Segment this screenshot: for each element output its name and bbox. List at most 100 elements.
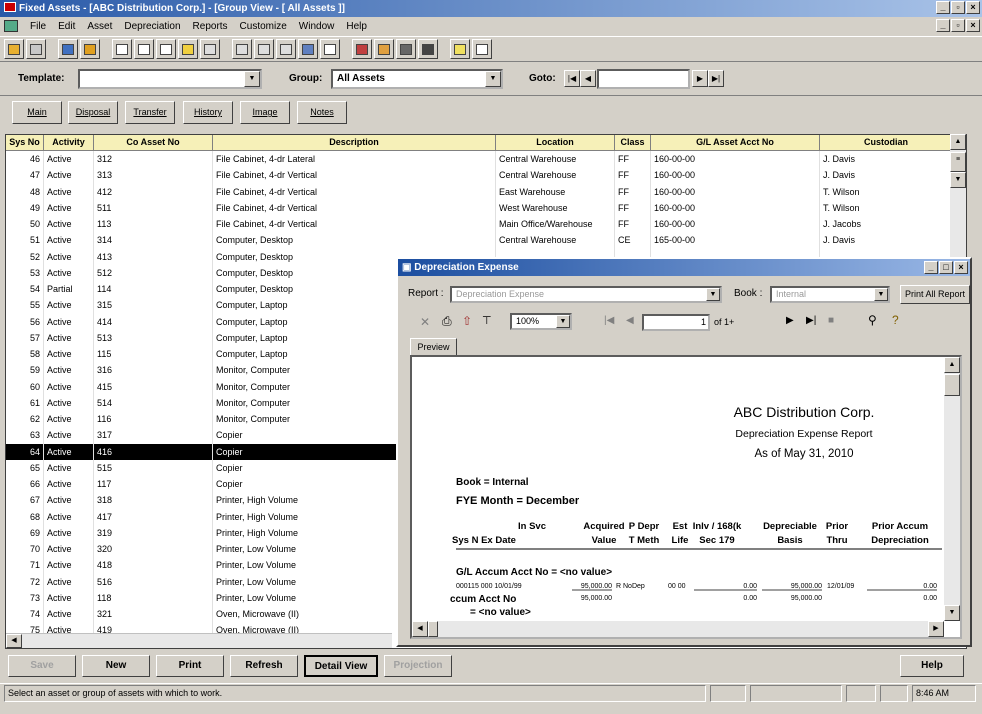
scroll-up-icon[interactable]: ▲ (944, 357, 960, 373)
minimize-button[interactable]: _ (936, 1, 950, 14)
scroll-thumb[interactable]: ≡ (950, 152, 966, 172)
first-record-icon[interactable] (134, 39, 154, 59)
page-number-input[interactable]: 1 (642, 314, 710, 331)
column-header[interactable]: Class (615, 135, 651, 150)
lookup-icon[interactable] (58, 39, 78, 59)
chart-icon[interactable] (374, 39, 394, 59)
find-icon[interactable] (320, 39, 340, 59)
column-header[interactable]: G/L Asset Acct No (651, 135, 820, 150)
preview-horizontal-scrollbar[interactable]: ◀ ▶ (412, 621, 944, 637)
menu-reports[interactable]: Reports (193, 21, 228, 32)
tab-transfer[interactable]: Transfer (125, 101, 175, 124)
menu-depreciation[interactable]: Depreciation (124, 21, 180, 32)
stop-icon[interactable]: ■ (828, 315, 834, 326)
save-button[interactable]: Save (8, 655, 76, 677)
export-icon[interactable]: ⇧ (462, 314, 472, 328)
zoom-dropdown[interactable]: 100% ▼ (510, 313, 572, 330)
menu-file[interactable]: File (30, 21, 46, 32)
report-dropdown[interactable]: Depreciation Expense ▼ (450, 286, 722, 303)
tab-notes[interactable]: Notes (297, 101, 347, 124)
table-row[interactable]: 47 Active 313 File Cabinet, 4-dr Vertical Ce… (6, 167, 966, 184)
restore-button[interactable]: ▫ (951, 1, 965, 14)
scroll-thumb[interactable] (428, 621, 438, 637)
column-header[interactable]: Location (496, 135, 615, 150)
key-icon[interactable] (178, 39, 198, 59)
goto-last-button[interactable]: ▶| (708, 70, 724, 87)
refresh-button[interactable]: Refresh (230, 655, 298, 677)
print-all-report-button[interactable]: Print All Report (900, 285, 970, 304)
save-icon[interactable] (26, 39, 46, 59)
scroll-left-icon[interactable]: ◀ (6, 634, 22, 648)
table-row[interactable]: 46 Active 312 File Cabinet, 4-dr Lateral Cen… (6, 151, 966, 168)
goto-next-button[interactable]: ▶ (692, 70, 708, 87)
dialog-maximize-button[interactable]: □ (939, 261, 953, 274)
projection-button[interactable]: Projection (384, 655, 452, 677)
column-header[interactable]: Activity (44, 135, 94, 150)
first-page-icon[interactable]: |◀ (604, 315, 614, 326)
printer-icon[interactable]: ⎙ (442, 314, 452, 329)
tab-history[interactable]: History (183, 101, 233, 124)
scroll-right-icon[interactable]: ▶ (928, 621, 944, 637)
goto-first-button[interactable]: |◀ (564, 70, 580, 87)
print-button[interactable]: Print (156, 655, 224, 677)
prev-page-icon[interactable]: ◀ (626, 315, 634, 326)
table-row[interactable]: 51 Active 314 Computer, Desktop Central Ware… (6, 232, 966, 249)
menu-asset[interactable]: Asset (87, 21, 112, 32)
sort-icon[interactable] (298, 39, 318, 59)
menu-customize[interactable]: Customize (240, 21, 287, 32)
menu-help[interactable]: Help (346, 21, 367, 32)
child-close-button[interactable]: × (966, 19, 980, 32)
group-dropdown[interactable]: All Assets ▼ (331, 69, 503, 89)
table-row[interactable]: 50 Active 113 File Cabinet, 4-dr Vertical Ma… (6, 216, 966, 233)
notes-icon[interactable] (472, 39, 492, 59)
new-record-icon[interactable] (112, 39, 132, 59)
grid-horizontal-scrollbar[interactable]: ◀ (6, 633, 392, 648)
scroll-left-icon[interactable]: ◀ (412, 621, 428, 637)
last-page-icon[interactable]: ▶| (806, 315, 816, 326)
copy-icon[interactable] (232, 39, 252, 59)
help-icon[interactable]: ? (892, 313, 899, 327)
document-icon[interactable] (4, 20, 18, 32)
close-button[interactable]: × (966, 1, 980, 14)
goto-prev-button[interactable]: ◀ (580, 70, 596, 87)
favorites-icon[interactable] (80, 39, 100, 59)
print-icon[interactable] (396, 39, 416, 59)
tab-disposal[interactable]: Disposal (68, 101, 118, 124)
scroll-up-icon[interactable]: ▲ (950, 134, 966, 150)
edit-icon[interactable] (4, 39, 24, 59)
columns-icon[interactable] (450, 39, 470, 59)
book-dropdown[interactable]: Internal ▼ (770, 286, 890, 303)
new-button[interactable]: New (82, 655, 150, 677)
goto-input[interactable] (597, 69, 690, 89)
table-row[interactable]: 48 Active 412 File Cabinet, 4-dr Vertical Ea… (6, 183, 966, 200)
next-page-icon[interactable]: ▶ (786, 315, 794, 326)
scroll-down-icon[interactable]: ▼ (950, 172, 966, 188)
report-icon[interactable] (352, 39, 372, 59)
dialog-close-button[interactable]: × (954, 261, 968, 274)
tree-icon[interactable]: ⊤ (482, 314, 492, 327)
column-header[interactable]: Co Asset No (94, 135, 213, 150)
column-header[interactable]: Sys No (6, 135, 44, 150)
column-header[interactable]: Custodian (820, 135, 953, 150)
preview-icon[interactable] (418, 39, 438, 59)
help-button[interactable]: Help (900, 655, 964, 677)
paste-icon[interactable] (254, 39, 274, 59)
table-row[interactable]: 49 Active 511 File Cabinet, 4-dr Vertical We… (6, 199, 966, 216)
template-dropdown[interactable]: ▼ (78, 69, 262, 89)
child-restore-button[interactable]: ▫ (951, 19, 965, 32)
filter-icon[interactable] (156, 39, 176, 59)
tab-main[interactable]: Main (12, 101, 62, 124)
delete-icon[interactable] (276, 39, 296, 59)
close-preview-icon[interactable]: ✕ (420, 315, 430, 329)
calculator-icon[interactable] (200, 39, 220, 59)
menu-window[interactable]: Window (299, 21, 335, 32)
preview-vertical-scrollbar[interactable]: ▲ ▼ (944, 357, 960, 621)
child-minimize-button[interactable]: _ (936, 19, 950, 32)
column-header[interactable]: Description (213, 135, 496, 150)
detail-view-button[interactable]: Detail View (304, 655, 378, 677)
scroll-down-icon[interactable]: ▼ (944, 605, 960, 621)
dialog-minimize-button[interactable]: _ (924, 261, 938, 274)
scroll-thumb[interactable] (944, 374, 960, 396)
menu-edit[interactable]: Edit (58, 21, 75, 32)
tab-image[interactable]: Image (240, 101, 290, 124)
